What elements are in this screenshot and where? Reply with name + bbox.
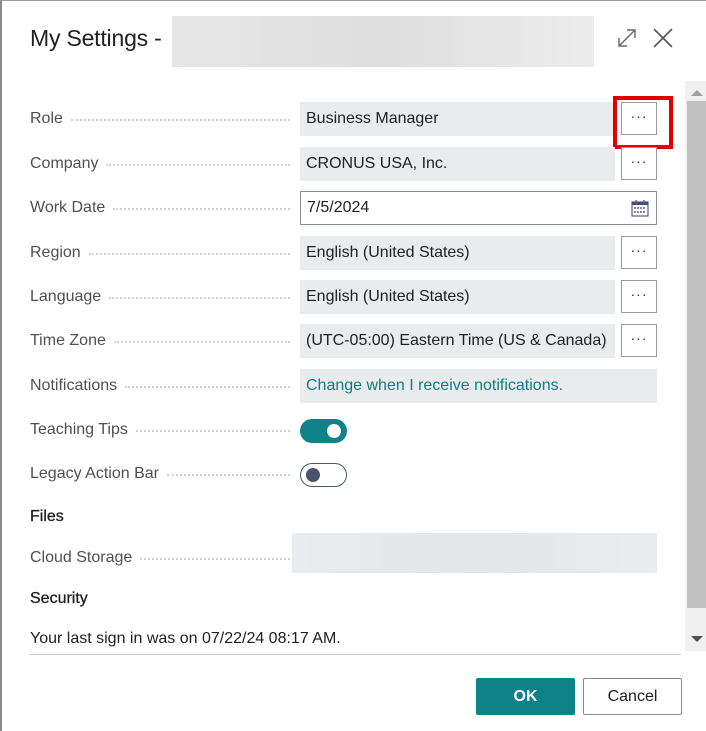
- last-sign-in-text: Your last sign in was on 07/22/24 08:17 …: [30, 630, 341, 647]
- highlight-box: [613, 96, 673, 149]
- dialog-title: My Settings -: [30, 25, 162, 51]
- teaching-tips-label-text: Teaching Tips: [30, 421, 128, 438]
- leader-dots: [113, 208, 290, 210]
- company-label: Company: [30, 154, 290, 174]
- leader-dots: [135, 430, 290, 432]
- company-value: CRONUS USA, Inc.: [306, 155, 448, 172]
- region-field[interactable]: English (United States): [300, 236, 615, 270]
- scroll-up-arrow-icon[interactable]: [691, 90, 703, 96]
- time-zone-field[interactable]: (UTC-05:00) Eastern Time (US & Canada): [300, 324, 615, 358]
- time-zone-label-text: Time Zone: [30, 332, 106, 349]
- security-heading: Security: [30, 590, 88, 607]
- company-field[interactable]: CRONUS USA, Inc.: [300, 147, 615, 181]
- leader-dots: [166, 474, 290, 476]
- time-zone-label: Time Zone: [30, 331, 290, 351]
- close-icon[interactable]: [650, 25, 676, 51]
- leader-dots: [140, 558, 290, 560]
- cloud-storage-label: Cloud Storage: [30, 548, 290, 568]
- leader-dots: [109, 297, 290, 299]
- legacy-action-bar-label: Legacy Action Bar: [30, 464, 290, 484]
- language-field[interactable]: English (United States): [300, 280, 615, 314]
- calendar-icon[interactable]: [631, 199, 649, 217]
- ok-button[interactable]: OK: [476, 678, 575, 715]
- work-date-value: 7/5/2024: [307, 199, 370, 216]
- region-lookup-button[interactable]: ···: [621, 236, 657, 269]
- notifications-link-text[interactable]: Change when I receive notifications.: [306, 377, 563, 395]
- role-field[interactable]: Business Manager: [300, 102, 615, 136]
- work-date-label-text: Work Date: [30, 199, 106, 216]
- legacy-action-bar-toggle[interactable]: [300, 463, 347, 487]
- toggle-knob: [327, 424, 341, 438]
- notifications-link[interactable]: Change when I receive notifications.: [300, 369, 657, 403]
- leader-dots: [125, 386, 290, 388]
- role-label-text: Role: [30, 110, 63, 127]
- cancel-button[interactable]: Cancel: [583, 678, 682, 715]
- teaching-tips-toggle[interactable]: [300, 419, 347, 443]
- leader-dots: [70, 119, 290, 121]
- language-label-text: Language: [30, 288, 102, 305]
- legacy-action-bar-label-text: Legacy Action Bar: [30, 465, 159, 482]
- company-lookup-button[interactable]: ···: [621, 147, 657, 180]
- scrollbar-thumb[interactable]: [687, 101, 706, 608]
- scroll-down-arrow-icon[interactable]: [691, 636, 703, 642]
- region-label: Region: [30, 243, 290, 263]
- language-label: Language: [30, 287, 290, 307]
- region-label-text: Region: [30, 244, 81, 261]
- notifications-label: Notifications: [30, 376, 290, 396]
- files-heading: Files: [30, 508, 64, 525]
- leader-dots: [113, 341, 290, 343]
- divider: [30, 654, 681, 655]
- notifications-label-text: Notifications: [30, 377, 118, 394]
- redacted-user-name: [172, 16, 594, 67]
- ellipsis-icon: ···: [630, 241, 648, 258]
- time-zone-lookup-button[interactable]: ···: [621, 324, 657, 357]
- company-label-text: Company: [30, 155, 99, 172]
- region-value: English (United States): [306, 244, 470, 261]
- toggle-knob: [306, 467, 320, 482]
- ellipsis-icon: ···: [630, 152, 648, 169]
- time-zone-value: (UTC-05:00) Eastern Time (US & Canada): [306, 332, 607, 349]
- leader-dots: [106, 164, 290, 166]
- ellipsis-icon: ···: [630, 329, 648, 346]
- ellipsis-icon: ···: [630, 285, 648, 302]
- expand-icon[interactable]: [614, 25, 640, 51]
- role-label: Role: [30, 109, 290, 129]
- language-lookup-button[interactable]: ···: [621, 280, 657, 313]
- cloud-storage-label-text: Cloud Storage: [30, 549, 133, 566]
- work-date-input[interactable]: 7/5/2024: [300, 191, 657, 225]
- role-value: Business Manager: [306, 110, 439, 127]
- my-settings-dialog: My Settings - Role Business Manager ··· …: [0, 0, 706, 731]
- leader-dots: [88, 253, 290, 255]
- language-value: English (United States): [306, 288, 470, 305]
- cloud-storage-value-redacted: [292, 533, 657, 573]
- work-date-label: Work Date: [30, 198, 290, 218]
- teaching-tips-label: Teaching Tips: [30, 420, 290, 440]
